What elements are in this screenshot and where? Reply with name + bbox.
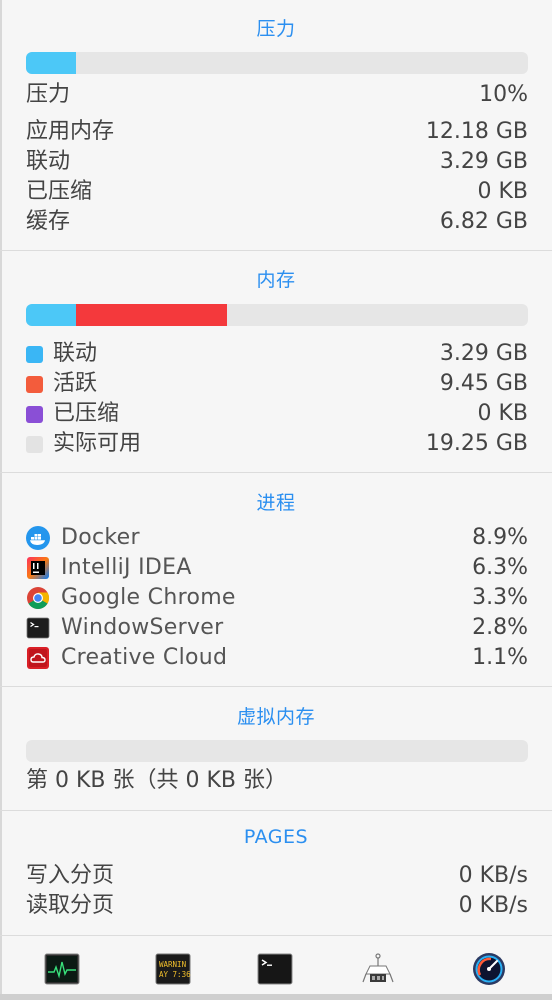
memory-bar-active-segment [76,304,227,326]
memory-compressed-label: 已压缩 [53,401,120,426]
available-color-swatch [26,436,43,453]
compressed-row: 已压缩 0 KB [26,177,528,207]
terminal-icon[interactable] [257,952,293,986]
wired-label: 联动 [26,149,71,174]
virtual-memory-bar [26,740,528,762]
memory-bar-wired-segment [26,304,77,326]
bottom-edge [0,994,552,1000]
process-cpu: 1.1% [472,645,528,670]
process-row[interactable]: Creative Cloud 1.1% [26,643,528,673]
divider [0,810,552,811]
divider [0,472,552,473]
istat-menus-icon[interactable] [471,952,507,986]
page-outs-value: 0 KB/s [458,863,528,888]
pressure-bar-fill [26,52,77,74]
cached-row: 缓存 6.82 GB [26,207,528,237]
memory-popover: 压力 压力 10% 应用内存 12.18 GB 联动 3.29 GB 已压缩 0… [0,0,552,1000]
memory-wired-label: 联动 [53,341,98,366]
memory-available-row: 实际可用 19.25 GB [26,429,528,459]
process-cpu: 6.3% [472,555,528,580]
active-color-swatch [26,376,43,393]
virtual-memory-section-title: 虚拟内存 [236,706,315,728]
page-ins-row: 读取分页 0 KB/s [26,891,528,921]
process-name: WindowServer [61,615,224,640]
page-ins-value: 0 KB/s [458,893,528,918]
console-icon[interactable]: WARNIN AY 7:36 [155,952,191,986]
console-date-text: AY 7:36 [159,970,191,979]
wired-row: 联动 3.29 GB [26,147,528,177]
processes-section-title: 进程 [256,492,296,514]
memory-wired-row: 联动 3.29 GB [26,339,528,369]
process-cpu: 2.8% [472,615,528,640]
wired-color-swatch [26,346,43,363]
docker-icon [26,526,50,550]
divider [0,250,552,251]
memory-active-label: 活跃 [53,371,98,396]
compressed-label: 已压缩 [26,179,93,204]
pressure-section-title: 压力 [256,18,296,40]
app-memory-value: 12.18 GB [425,119,528,144]
pages-section-title: PAGES [243,826,309,848]
process-name: Creative Cloud [61,645,228,670]
pressure-bar [26,52,528,74]
console-warning-text: WARNIN [159,960,186,969]
activity-monitor-icon[interactable] [44,952,80,986]
process-name: IntelliJ IDEA [61,555,192,580]
memory-section-title: 内存 [256,269,296,291]
swap-summary-row: 第 0 KB 张（共 0 KB 张） [26,766,528,796]
intellij-idea-icon [27,557,49,579]
cached-value: 6.82 GB [439,209,528,234]
memory-wired-value: 3.29 GB [439,341,528,366]
memory-available-value: 19.25 GB [425,431,528,456]
page-ins-label: 读取分页 [26,893,115,918]
page-outs-label: 写入分页 [26,863,115,888]
process-name: Google Chrome [61,585,236,610]
memory-bar [26,304,528,326]
creative-cloud-icon [27,647,49,669]
pressure-row: 压力 10% [26,80,528,110]
divider [0,935,552,936]
process-row[interactable]: WindowServer 2.8% [26,613,528,643]
swap-summary: 第 0 KB 张（共 0 KB 张） [26,768,287,793]
divider [0,686,552,687]
memory-compressed-value: 0 KB [477,401,528,426]
process-row[interactable]: IntelliJ IDEA 6.3% [26,553,528,583]
cached-label: 缓存 [26,209,71,234]
compressed-value: 0 KB [477,179,528,204]
page-outs-row: 写入分页 0 KB/s [26,861,528,891]
compressed-color-swatch [26,406,43,423]
app-memory-row: 应用内存 12.18 GB [26,117,528,147]
process-row[interactable]: Docker 8.9% [26,523,528,553]
windowserver-icon [26,617,50,639]
process-cpu: 3.3% [472,585,528,610]
memory-compressed-row: 已压缩 0 KB [26,399,528,429]
pressure-value: 10% [479,82,528,107]
google-chrome-icon [27,587,49,609]
wired-value: 3.29 GB [439,149,528,174]
process-row[interactable]: Google Chrome 3.3% [26,583,528,613]
process-cpu: 8.9% [472,525,528,550]
pressure-label: 压力 [26,82,71,107]
memory-available-label: 实际可用 [53,431,142,456]
memory-active-row: 活跃 9.45 GB [26,369,528,399]
app-memory-label: 应用内存 [26,119,115,144]
system-information-icon[interactable] [360,952,396,986]
process-name: Docker [61,525,140,550]
memory-active-value: 9.45 GB [439,371,528,396]
